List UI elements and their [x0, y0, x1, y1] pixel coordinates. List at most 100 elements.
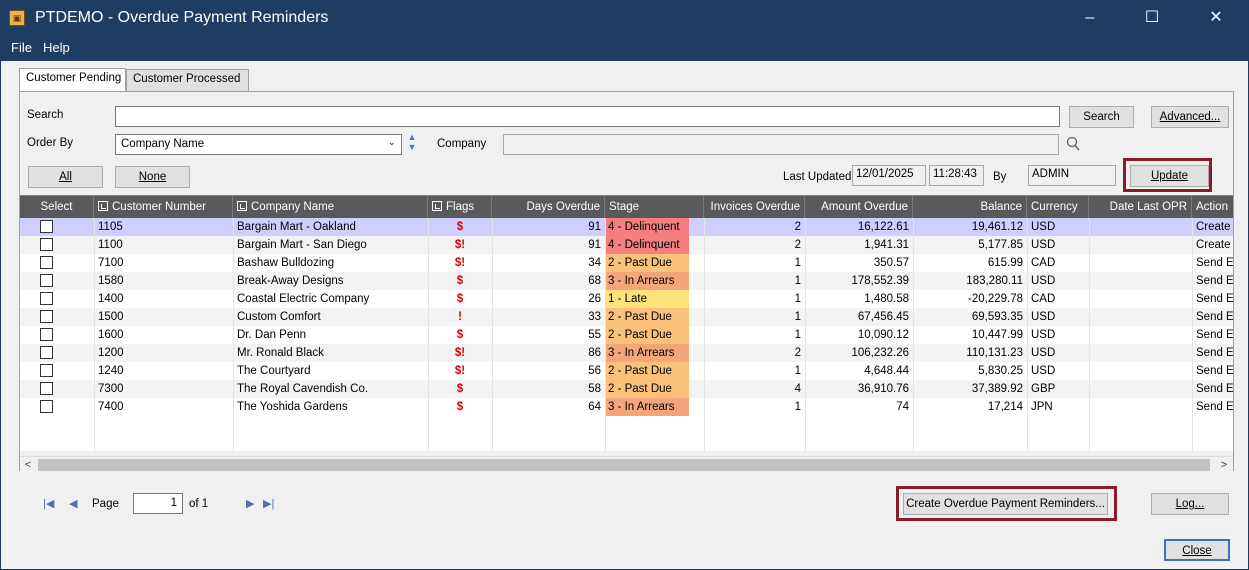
cell-amount: 1,480.58 [864, 293, 909, 305]
select-none-button[interactable]: None [115, 166, 190, 188]
cell-company: The Royal Cavendish Co. [237, 383, 369, 395]
finder-column-icon [98, 201, 108, 211]
minimize-icon[interactable]: – [1067, 1, 1113, 35]
select-checkbox[interactable] [40, 292, 53, 305]
stage-badge: 2 - Past Due [606, 254, 689, 272]
finder-search-icon[interactable] [1066, 136, 1080, 152]
table-row[interactable]: 1105 Bargain Mart - Oakland $91 2 16,122.61 1… [20, 218, 1233, 236]
log-button[interactable]: Log... [1151, 493, 1229, 515]
select-checkbox[interactable] [40, 274, 53, 287]
chevron-down-icon: ⌄ [387, 137, 396, 148]
col-invoices-overdue[interactable]: Invoices Overdue [704, 196, 805, 218]
close-button[interactable]: Close [1164, 539, 1230, 561]
cell-company: Bargain Mart - San Diego [237, 239, 367, 251]
table-row[interactable]: 7100 Bashaw Bulldozing $! 34 1 350.57 615.99 CA… [20, 254, 1233, 272]
select-checkbox[interactable] [40, 346, 53, 359]
table-row[interactable]: 1580 Break-Away Designs $68 1 178,552.39 183,… [20, 272, 1233, 290]
col-days-overdue[interactable]: Days Overdue [492, 196, 605, 218]
table-row[interactable]: 7400 The Yoshida Gardens $64 1 74 17,214 JPN Se… [20, 398, 1233, 416]
select-checkbox[interactable] [40, 364, 53, 377]
scrollbar-thumb[interactable] [38, 459, 1210, 471]
by-label: By [993, 171, 1007, 183]
table-row[interactable]: 1600 Dr. Dan Penn $55 1 10,090.12 10,447.99 US… [20, 326, 1233, 344]
advanced-button[interactable]: Advanced... [1151, 106, 1229, 128]
col-currency[interactable]: Currency [1027, 196, 1089, 218]
scroll-right-icon[interactable]: > [1216, 457, 1232, 474]
stage-badge: 4 - Delinquent [606, 236, 689, 254]
select-checkbox[interactable] [40, 400, 53, 413]
cell-date-last [1089, 254, 1192, 272]
company-field[interactable] [503, 134, 1059, 155]
select-checkbox[interactable] [40, 382, 53, 395]
col-amount-overdue[interactable]: Amount Overdue [805, 196, 913, 218]
grid-header: Select Customer Number Company Name Flag… [20, 196, 1233, 218]
cell-flags: $ [456, 329, 464, 341]
cell-balance: 10,447.99 [971, 329, 1023, 341]
stage-badge: 3 - In Arrears [606, 398, 689, 416]
col-select[interactable]: Select [20, 196, 94, 218]
stage-badge: 3 - In Arrears [606, 272, 689, 290]
order-by-select[interactable]: Company Name ⌄ [115, 134, 402, 155]
menu-help[interactable]: Help [43, 40, 70, 55]
next-page-icon[interactable]: ▶ [246, 497, 254, 510]
select-checkbox[interactable] [40, 238, 53, 251]
sort-direction-icon[interactable]: ▲ ▼ [406, 132, 418, 154]
select-all-button[interactable]: All [28, 166, 103, 188]
cell-action: Send E [1196, 329, 1233, 341]
select-all-label: All [59, 171, 72, 183]
select-checkbox[interactable] [40, 220, 53, 233]
finder-column-icon [237, 201, 247, 211]
col-balance[interactable]: Balance [913, 196, 1027, 218]
previous-page-icon[interactable]: ◀ [69, 497, 77, 510]
table-row[interactable]: 1500 Custom Comfort! 33 1 67,456.45 69,593.35… [20, 308, 1233, 326]
last-page-icon[interactable]: ▶| [263, 497, 274, 510]
last-updated-date: 12/01/2025 [852, 165, 926, 186]
page-number-input[interactable]: 1 [133, 493, 183, 514]
cell-cust: 1500 [98, 311, 124, 323]
select-checkbox[interactable] [40, 328, 53, 341]
cell-balance: 37,389.92 [971, 383, 1023, 395]
cell-amount: 4,648.44 [864, 365, 909, 377]
cell-cust: 1400 [98, 293, 124, 305]
col-customer-number-label: Customer Number [112, 201, 206, 213]
col-customer-number[interactable]: Customer Number [94, 196, 233, 218]
title-bar: ▣ PTDEMO - Overdue Payment Reminders – ☐… [1, 1, 1248, 35]
tab-customer-pending[interactable]: Customer Pending [19, 68, 126, 92]
select-checkbox[interactable] [40, 256, 53, 269]
table-row[interactable]: 1100 Bargain Mart - San Diego $! 91 2 1,941.3… [20, 236, 1233, 254]
customer-grid[interactable]: Select Customer Number Company Name Flag… [20, 195, 1233, 451]
menu-bar: File Help [1, 35, 1248, 61]
menu-file[interactable]: File [11, 40, 32, 55]
table-row[interactable]: 1200 Mr. Ronald Black $! 86 2 106,232.26 110,1… [20, 344, 1233, 362]
select-checkbox[interactable] [40, 310, 53, 323]
search-button[interactable]: Search [1069, 106, 1134, 128]
close-icon[interactable]: ✕ [1193, 1, 1239, 35]
column-divider [492, 218, 493, 451]
col-company-name-label: Company Name [251, 201, 335, 213]
cell-flags: $! [454, 239, 466, 251]
tab-customer-processed[interactable]: Customer Processed [126, 69, 249, 91]
search-input[interactable] [115, 106, 1060, 127]
cell-cust: 1600 [98, 329, 124, 341]
first-page-icon[interactable]: |◀ [43, 497, 54, 510]
table-row[interactable]: 7300 The Royal Cavendish Co. $58 4 36,910.76… [20, 380, 1233, 398]
scroll-left-icon[interactable]: < [20, 457, 36, 474]
column-divider [605, 218, 606, 451]
column-divider [1089, 218, 1090, 451]
col-flags[interactable]: Flags [428, 196, 492, 218]
table-row[interactable]: 1240 The Courtyard $! 56 1 4,648.44 5,830.25 US… [20, 362, 1233, 380]
cell-action: Send E [1196, 383, 1233, 395]
cell-balance: 5,177.85 [978, 239, 1023, 251]
horizontal-scrollbar[interactable]: < > [20, 456, 1233, 473]
table-row[interactable]: 1400 Coastal Electric Company $26 1 1,480.58… [20, 290, 1233, 308]
cell-date-last [1089, 398, 1192, 416]
col-date-last-opr[interactable]: Date Last OPR [1089, 196, 1192, 218]
col-action[interactable]: Action [1192, 196, 1233, 218]
maximize-icon[interactable]: ☐ [1129, 1, 1175, 35]
col-company-name[interactable]: Company Name [233, 196, 428, 218]
cell-days: 68 [588, 275, 601, 287]
col-stage[interactable]: Stage [605, 196, 704, 218]
cell-days: 33 [588, 311, 601, 323]
cell-flags: $ [456, 383, 464, 395]
cell-cust: 1100 [98, 239, 123, 251]
